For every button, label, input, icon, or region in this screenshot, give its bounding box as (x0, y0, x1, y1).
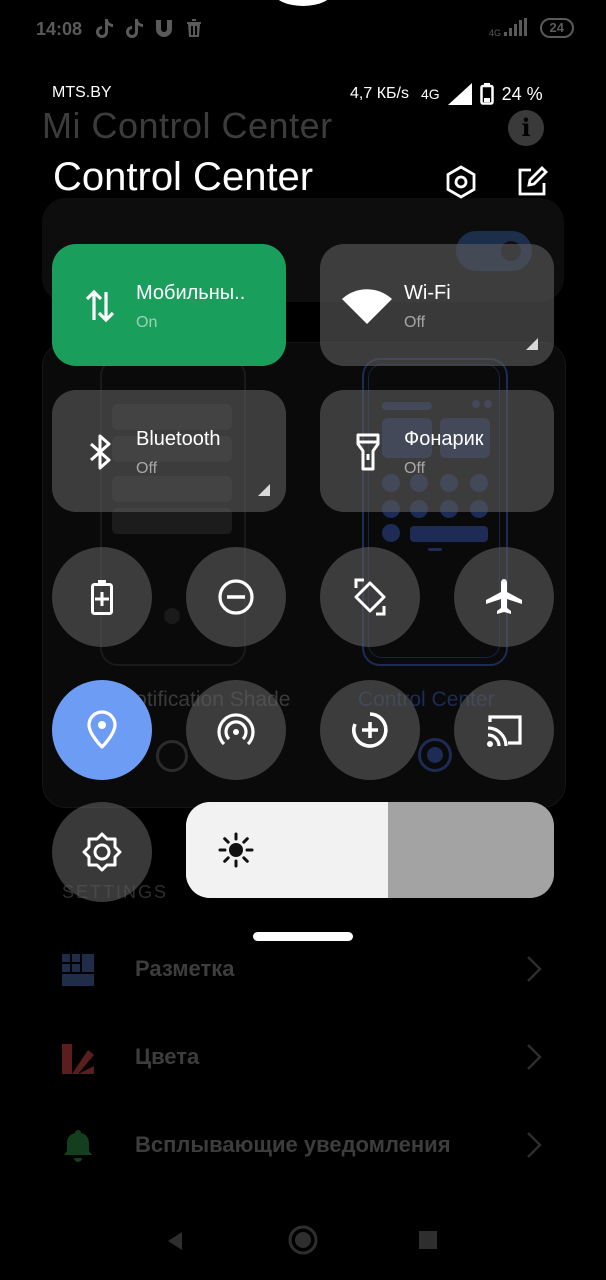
tile-bluetooth[interactable]: Bluetooth Off (52, 390, 286, 512)
location-button[interactable] (52, 680, 152, 780)
network-type: 4G (420, 86, 440, 102)
flashlight-icon (356, 433, 380, 471)
sun-icon (218, 832, 254, 868)
settings-item-label: Всплывающие уведомления (135, 1132, 451, 1157)
battery-percent: 24 % (501, 83, 543, 104)
hotspot-button[interactable] (186, 680, 286, 780)
signal-icon (447, 83, 472, 105)
back-icon[interactable] (164, 1230, 186, 1252)
auto-rotate-icon (354, 578, 386, 616)
grid-icon (62, 954, 94, 986)
signal-icon: 4G (489, 18, 530, 38)
chevron-right-icon (527, 1044, 542, 1070)
status-bar-dimmed: 14:08 4G 24 (0, 0, 606, 60)
expand-corner-icon[interactable] (526, 338, 538, 350)
tiktok-icon (126, 19, 143, 38)
settings-item-popups[interactable]: Всплывающие уведомления (0, 1112, 606, 1182)
status-bar-right: 4,7 КБ/s 4G 24 % (350, 83, 543, 105)
bluetooth-icon (90, 434, 111, 470)
tile-state: Off (404, 460, 426, 477)
brightness-slider[interactable] (186, 802, 554, 898)
settings-item-label: Разметка (135, 956, 235, 981)
tile-state: On (136, 314, 158, 331)
tile-flashlight[interactable]: Фонарик Off (320, 390, 554, 512)
battery-icon (479, 83, 494, 105)
brightness-fill (186, 802, 389, 898)
settings-item-layout[interactable]: Разметка (0, 936, 606, 1006)
app-title: Mi Control Center (42, 105, 333, 146)
tile-state: Off (136, 460, 158, 477)
tiktok-icon (96, 19, 113, 38)
notification-icons (94, 17, 204, 39)
carrier-label: MTS.BY (52, 84, 112, 101)
home-icon[interactable] (287, 1224, 319, 1256)
airplane-mode-button[interactable] (454, 547, 554, 647)
location-icon (87, 710, 117, 749)
tile-label: Мобильны.. (136, 282, 246, 304)
wifi-icon (342, 289, 392, 324)
navigation-bar (0, 1200, 606, 1280)
panel-drag-handle[interactable] (253, 932, 353, 941)
chevron-right-icon (527, 1132, 542, 1158)
battery-saver-button[interactable] (52, 547, 152, 647)
status-right-dimmed: 4G 24 (489, 18, 574, 38)
settings-item-label: Цвета (135, 1044, 200, 1069)
auto-rotate-button[interactable] (320, 547, 420, 647)
shield-icon (156, 20, 172, 37)
auto-brightness-button[interactable] (52, 802, 152, 902)
data-saver-icon (352, 712, 388, 748)
recents-icon[interactable] (418, 1230, 438, 1250)
airplane-icon (486, 579, 522, 614)
control-center-title: Control Center (53, 155, 314, 199)
preview-bar (410, 526, 488, 542)
tile-state: Off (404, 314, 426, 331)
tile-label: Bluetooth (136, 428, 221, 450)
preview-dot (164, 608, 180, 624)
bell-icon (64, 1130, 92, 1162)
radio-notification-shade[interactable] (156, 740, 188, 772)
settings-item-colors[interactable]: Цвета (0, 1024, 606, 1094)
chevron-right-icon (527, 956, 542, 982)
battery-pill: 24 (539, 18, 574, 38)
tile-wifi[interactable]: Wi-Fi Off (320, 244, 554, 366)
cast-icon (487, 715, 522, 747)
settings-icon[interactable] (444, 165, 478, 199)
tile-mobile-data[interactable]: Мобильны.. On (52, 244, 286, 366)
battery-saver-icon (91, 580, 113, 615)
data-saver-button[interactable] (320, 680, 420, 780)
info-icon[interactable]: i (508, 110, 544, 146)
expand-corner-icon[interactable] (258, 484, 270, 496)
tile-label: Wi-Fi (404, 282, 451, 304)
network-speed: 4,7 КБ/s (350, 85, 409, 102)
palette-icon (62, 1044, 94, 1074)
radio-control-center[interactable] (418, 738, 452, 772)
trash-icon (187, 19, 201, 37)
hotspot-icon (217, 713, 255, 746)
edit-icon[interactable] (515, 165, 549, 199)
preview-dot (382, 524, 400, 542)
auto-brightness-icon (82, 832, 122, 872)
tile-label: Фонарик (404, 428, 484, 450)
status-time: 14:08 (36, 19, 83, 39)
do-not-disturb-button[interactable] (186, 547, 286, 647)
screen-cast-button[interactable] (454, 680, 554, 780)
mobile-data-icon (85, 289, 115, 323)
do-not-disturb-icon (218, 579, 254, 615)
preview-handle (428, 548, 442, 551)
